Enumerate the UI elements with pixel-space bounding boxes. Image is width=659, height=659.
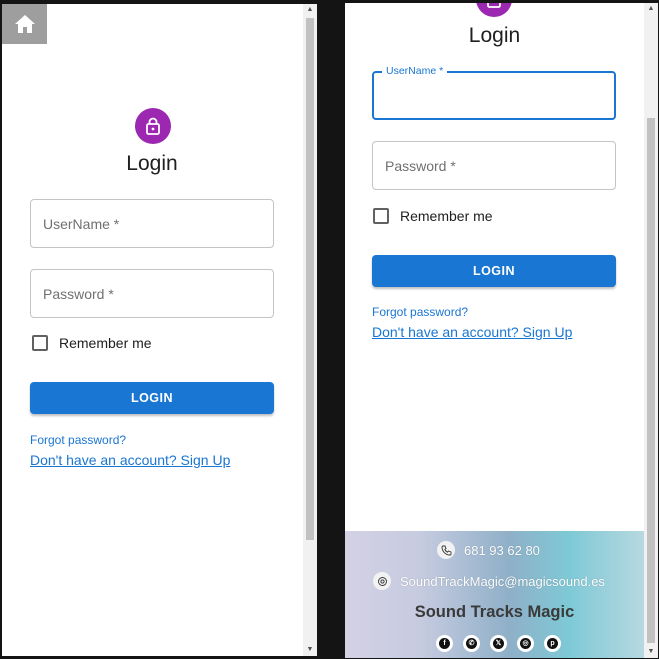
scrollbar[interactable]: ▲ ▼ bbox=[644, 3, 658, 658]
login-window-left: Login UserName * Password * Remember me … bbox=[2, 4, 317, 656]
forgot-password-link[interactable]: Forgot password? bbox=[372, 305, 468, 319]
sign-up-link[interactable]: Don't have an account? Sign Up bbox=[372, 324, 572, 340]
password-field[interactable]: Password * bbox=[372, 141, 616, 190]
footer-phone-text: 681 93 62 80 bbox=[464, 542, 540, 558]
lock-icon bbox=[146, 117, 160, 135]
password-placeholder: Password * bbox=[43, 286, 114, 302]
email-icon bbox=[373, 572, 391, 590]
scroll-up-arrow-icon[interactable]: ▲ bbox=[303, 4, 317, 16]
page-title: Login bbox=[468, 24, 521, 47]
lock-avatar bbox=[476, 3, 512, 17]
password-placeholder: Password * bbox=[385, 158, 456, 174]
footer-phone: 681 93 62 80 bbox=[437, 541, 540, 559]
whatsapp-icon[interactable]: ✆ bbox=[463, 635, 480, 652]
facebook-icon[interactable]: f bbox=[436, 635, 453, 652]
page-title: Login bbox=[126, 152, 178, 175]
remember-me-checkbox[interactable] bbox=[373, 208, 389, 224]
footer-brand: Sound Tracks Magic bbox=[414, 603, 575, 621]
x-icon[interactable]: 𝕏 bbox=[490, 635, 507, 652]
instagram-icon[interactable]: ◎ bbox=[517, 635, 534, 652]
social-links: f ✆ 𝕏 ◎ p bbox=[436, 635, 571, 652]
username-label: UserName * bbox=[382, 65, 448, 77]
footer-email-text[interactable]: SoundTrackMagic@magicsound.es bbox=[400, 574, 605, 589]
remember-me-checkbox[interactable] bbox=[32, 335, 48, 351]
remember-me-label: Remember me bbox=[59, 335, 152, 351]
lock-avatar bbox=[135, 108, 171, 144]
home-icon bbox=[14, 15, 35, 33]
remember-me-label: Remember me bbox=[400, 208, 493, 224]
scrollbar-thumb[interactable] bbox=[647, 118, 655, 643]
pinterest-icon[interactable]: p bbox=[544, 635, 561, 652]
forgot-password-link[interactable]: Forgot password? bbox=[30, 433, 126, 447]
footer-email: SoundTrackMagic@magicsound.es bbox=[373, 572, 605, 590]
login-button[interactable]: LOGIN bbox=[30, 382, 274, 414]
scrollbar-thumb[interactable] bbox=[306, 18, 314, 540]
username-field[interactable]: UserName * bbox=[30, 199, 274, 248]
username-placeholder: UserName * bbox=[43, 216, 120, 232]
remember-me: Remember me bbox=[32, 335, 152, 351]
username-field[interactable]: UserName * bbox=[372, 65, 616, 120]
scroll-down-arrow-icon[interactable]: ▼ bbox=[303, 644, 317, 656]
scroll-up-arrow-icon[interactable]: ▲ bbox=[644, 3, 658, 15]
sign-up-link[interactable]: Don't have an account? Sign Up bbox=[30, 452, 230, 468]
scroll-down-arrow-icon[interactable]: ▼ bbox=[644, 646, 658, 658]
login-window-right: Login UserName * Password * Remember me … bbox=[345, 3, 658, 658]
scrollbar[interactable]: ▲ ▼ bbox=[303, 4, 317, 656]
home-button[interactable] bbox=[2, 4, 47, 44]
password-field[interactable]: Password * bbox=[30, 269, 274, 318]
site-footer: 681 93 62 80 SoundTrackMagic@magicsound.… bbox=[345, 531, 644, 658]
lock-icon bbox=[487, 3, 501, 8]
login-button[interactable]: LOGIN bbox=[372, 255, 616, 287]
remember-me: Remember me bbox=[373, 208, 493, 224]
phone-icon bbox=[437, 541, 455, 559]
